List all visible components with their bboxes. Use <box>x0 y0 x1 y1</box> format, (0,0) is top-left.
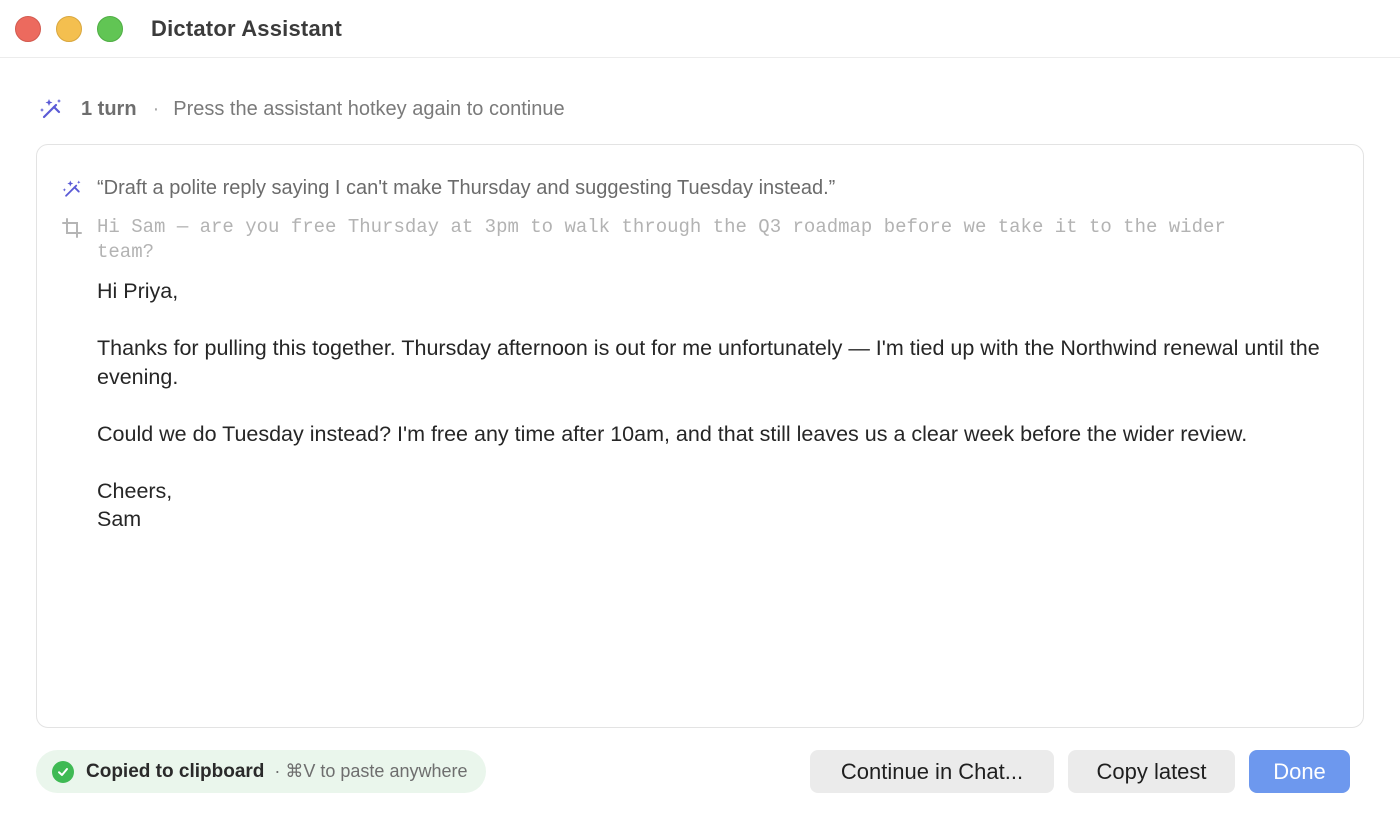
done-button[interactable]: Done <box>1249 750 1350 793</box>
reply-signoff: Cheers, <box>97 478 173 503</box>
separator-dot: · <box>152 97 160 120</box>
hotkey-hint: Press the assistant hotkey again to cont… <box>173 97 565 120</box>
status-row: 1 turn · Press the assistant hotkey agai… <box>38 94 565 124</box>
reply-paragraph: Thanks for pulling this together. Thursd… <box>97 336 1320 389</box>
continue-in-chat-button[interactable]: Continue in Chat... <box>810 750 1054 793</box>
reply-paragraph: Could we do Tuesday instead? I'm free an… <box>97 421 1248 446</box>
copy-latest-button[interactable]: Copy latest <box>1068 750 1235 793</box>
turn-count: 1 turn <box>81 97 137 120</box>
copied-label: Copied to clipboard <box>86 760 265 782</box>
maximize-window-button[interactable] <box>97 16 123 42</box>
prompt-line: “Draft a polite reply saying I can't mak… <box>61 177 835 200</box>
assistant-reply: Hi Priya, Thanks for pulling this togeth… <box>97 277 1337 534</box>
paste-hint: · ⌘V to paste anywhere <box>274 761 468 781</box>
minimize-window-button[interactable] <box>56 16 82 42</box>
reply-greeting: Hi Priya, <box>97 279 179 303</box>
title-bar: Dictator Assistant <box>0 0 1400 58</box>
close-window-button[interactable] <box>15 16 41 42</box>
clipboard-status: Copied to clipboard · ⌘V to paste anywhe… <box>36 750 486 793</box>
checkmark-icon <box>52 760 74 783</box>
magic-wand-icon <box>40 99 61 119</box>
conversation-panel: “Draft a polite reply saying I can't mak… <box>36 144 1364 728</box>
context-text: Hi Sam — are you free Thursday at 3pm to… <box>97 216 1226 263</box>
user-prompt: “Draft a polite reply saying I can't mak… <box>97 177 836 199</box>
reply-name: Sam <box>97 507 142 531</box>
crop-icon <box>62 218 82 238</box>
window-title: Dictator Assistant <box>151 16 343 41</box>
source-context: Hi Sam — are you free Thursday at 3pm to… <box>61 215 1261 265</box>
magic-wand-icon <box>62 180 81 197</box>
